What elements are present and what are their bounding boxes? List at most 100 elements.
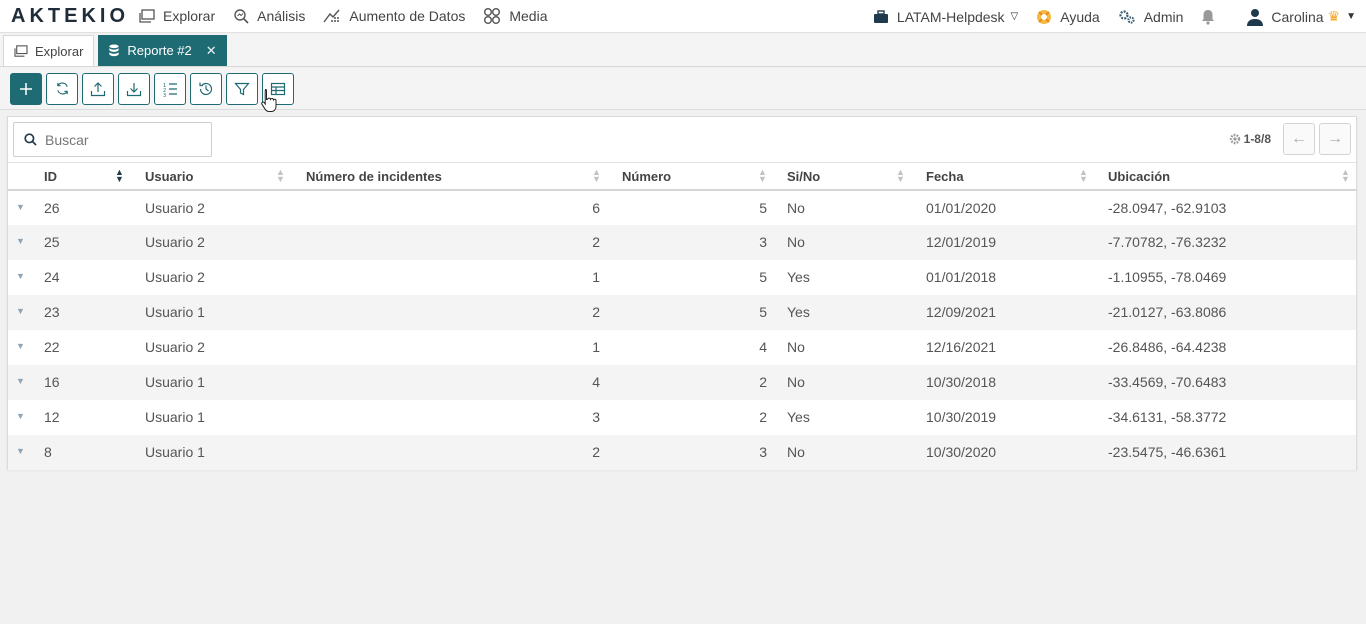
table-row[interactable]: ▼ 25 Usuario 2 2 3 No 12/01/2019 -7.70782, -76.…	[8, 224, 1356, 260]
cell-usuario-text: Usuario 1	[145, 374, 205, 390]
tab-explorar[interactable]: Explorar	[3, 35, 95, 66]
table-row[interactable]: ▼ 22 Usuario 2 1 4 No 12/16/2021 -26.8486, -64.…	[8, 330, 1356, 365]
cell-ubicacion-text: -34.6131, -58.3772	[1108, 409, 1227, 425]
data-augment-icon	[323, 9, 340, 23]
cell-fecha-text: 12/16/2021	[926, 339, 997, 355]
chevron-down-icon: ▽	[1010, 11, 1019, 22]
expand-row-icon[interactable]: ▼	[16, 411, 25, 421]
database-icon	[109, 44, 120, 57]
column-header-usuario[interactable]: Usuario ▲ ▼	[136, 162, 298, 191]
cell-numero: 5	[612, 260, 778, 295]
expand-row-icon[interactable]: ▼	[16, 236, 25, 246]
arrow-left-icon: ←	[1291, 130, 1307, 147]
main-nav: Explorar Análisis Aumento de Datos Media	[139, 7, 566, 25]
cell-id-text: 8	[44, 444, 52, 460]
search-input[interactable]: Buscar	[45, 132, 89, 148]
admin-menu[interactable]: Admin	[1118, 9, 1183, 25]
nav-analisis[interactable]: Análisis	[233, 8, 305, 24]
nav-explorar-label: Explorar	[163, 8, 216, 24]
workspace-selector[interactable]: LATAM-Helpdesk ▽	[873, 9, 1018, 25]
cell-id: ▼ 26	[8, 190, 136, 225]
close-icon[interactable]: ✕	[206, 43, 217, 59]
sort-list-button[interactable]: 123	[154, 72, 186, 105]
column-header-incidentes[interactable]: Número de incidentes ▲ ▼	[298, 162, 612, 191]
expand-row-icon[interactable]: ▼	[16, 202, 25, 212]
cell-ubicacion-text: -23.5475, -46.6361	[1108, 444, 1227, 460]
briefcase-icon	[873, 9, 888, 23]
download-button[interactable]	[118, 72, 150, 105]
cell-id-text: 22	[44, 339, 60, 355]
refresh-button[interactable]	[46, 72, 78, 105]
table-row[interactable]: ▼ 24 Usuario 2 1 5 Yes 01/01/2018 -1.10955, -78…	[8, 260, 1356, 295]
column-header-id[interactable]: ID ▲ ▼	[8, 162, 136, 191]
filter-button[interactable]	[226, 72, 258, 105]
cell-numero-text: 3	[759, 234, 767, 250]
history-button[interactable]	[190, 72, 222, 105]
column-header-label: Ubicación	[1108, 169, 1171, 184]
sort-asc-icon[interactable]: ▲ ▼	[115, 168, 124, 184]
sort-icon[interactable]: ▲ ▼	[1341, 168, 1350, 184]
sort-icon[interactable]: ▲ ▼	[1079, 168, 1088, 184]
column-header-ubicacion[interactable]: Ubicación ▲ ▼	[1099, 162, 1356, 191]
sort-icon[interactable]: ▲ ▼	[592, 168, 601, 184]
table-row[interactable]: ▼ 23 Usuario 1 2 5 Yes 12/09/2021 -21.0127, -63…	[8, 294, 1356, 330]
cell-ubicacion: -26.8486, -64.4238	[1099, 330, 1356, 365]
cell-incidentes: 2	[298, 434, 612, 470]
cell-id: ▼ 16	[8, 364, 136, 400]
svg-text:3: 3	[163, 93, 166, 97]
cell-numero: 3	[612, 434, 778, 470]
notifications-button[interactable]	[1201, 9, 1223, 25]
expand-row-icon[interactable]: ▼	[16, 376, 25, 386]
expand-row-icon[interactable]: ▼	[16, 306, 25, 316]
cell-id: ▼ 22	[8, 330, 136, 365]
cell-id: ▼ 24	[8, 260, 136, 295]
sort-icon[interactable]: ▲ ▼	[276, 168, 285, 184]
cell-usuario-text: Usuario 1	[145, 304, 205, 320]
sort-icon[interactable]: ▲ ▼	[896, 168, 905, 184]
cell-id-text: 16	[44, 374, 60, 390]
cell-usuario: Usuario 2	[136, 224, 298, 260]
column-header-sino[interactable]: Si/No ▲ ▼	[778, 162, 917, 191]
expand-row-icon[interactable]: ▼	[16, 446, 25, 456]
record-count[interactable]: 1-8/8	[1229, 132, 1271, 146]
table-row[interactable]: ▼ 12 Usuario 1 3 2 Yes 10/30/2019 -34.6131, -58…	[8, 400, 1356, 435]
search-box[interactable]: Buscar	[13, 122, 212, 157]
nav-aumento-datos[interactable]: Aumento de Datos	[323, 8, 465, 24]
table-row[interactable]: ▼ 26 Usuario 2 6 5 No 01/01/2020 -28.0947, -62.…	[8, 190, 1356, 225]
cell-ubicacion-text: -33.4569, -70.6483	[1108, 374, 1227, 390]
help-menu[interactable]: Ayuda	[1036, 9, 1100, 25]
upload-button[interactable]	[82, 72, 114, 105]
nav-explorar[interactable]: Explorar	[139, 8, 215, 24]
cell-fecha: 10/30/2019	[917, 400, 1099, 435]
user-menu[interactable]: Carolina ♛ ▼	[1247, 8, 1356, 26]
cell-sino-text: No	[787, 444, 805, 460]
nav-media-label: Media	[509, 8, 548, 24]
prev-page-button[interactable]: ←	[1283, 123, 1315, 155]
sort-list-icon: 123	[163, 83, 177, 97]
sort-icon[interactable]: ▲ ▼	[758, 168, 767, 184]
table-row[interactable]: ▼ 16 Usuario 1 4 2 No 10/30/2018 -33.4569, -70.…	[8, 364, 1356, 400]
tab-reporte[interactable]: Reporte #2 ✕	[98, 35, 227, 66]
history-icon	[199, 82, 213, 95]
cell-id: ▼ 23	[8, 294, 136, 330]
table-row[interactable]: ▼ 8 Usuario 1 2 3 No 10/30/2020 -23.5475, -46.6…	[8, 434, 1356, 470]
aktekio-logo[interactable]: AKTEKIO	[11, 5, 139, 28]
cell-usuario-text: Usuario 2	[145, 234, 205, 250]
gear-icon	[1229, 133, 1240, 145]
filter-icon	[234, 82, 250, 95]
chevron-down-icon: ▼	[1346, 11, 1356, 22]
expand-row-icon[interactable]: ▼	[16, 341, 25, 351]
expand-row-icon[interactable]: ▼	[16, 271, 25, 281]
media-icon	[484, 8, 501, 24]
column-header-fecha[interactable]: Fecha ▲ ▼	[917, 162, 1099, 191]
cell-numero: 5	[612, 190, 778, 225]
report-toolbar: 123	[0, 68, 1366, 110]
cell-incidentes-text: 2	[592, 304, 600, 320]
nav-media[interactable]: Media	[483, 7, 548, 25]
cell-id-text: 23	[44, 304, 60, 320]
add-button[interactable]	[10, 72, 42, 105]
cell-sino: No	[778, 364, 917, 400]
next-page-button[interactable]: →	[1319, 123, 1351, 155]
cell-ubicacion-text: -26.8486, -64.4238	[1108, 339, 1227, 355]
column-header-numero[interactable]: Número ▲ ▼	[612, 162, 778, 191]
